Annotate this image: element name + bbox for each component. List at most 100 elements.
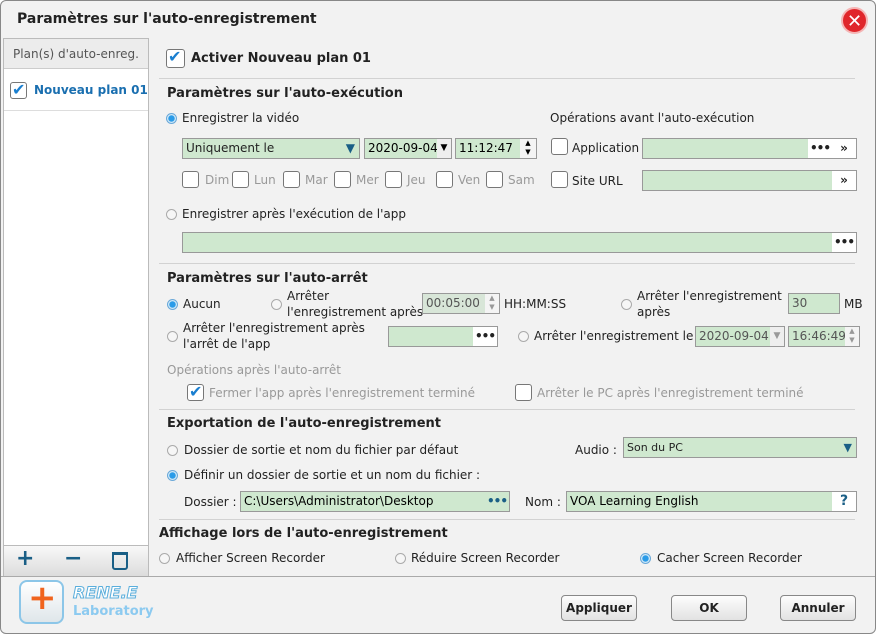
plan-list-item[interactable]: Nouveau plan 01	[4, 71, 148, 111]
schedule-mode-select[interactable]: Uniquement le ▼	[182, 138, 360, 159]
sidebar-toolbar: + −	[4, 545, 148, 576]
record-after-app-label: Enregistrer après l'exécution de l'app	[182, 207, 406, 221]
chevron-down-icon: ▼	[770, 327, 784, 346]
ok-button[interactable]: OK	[671, 595, 747, 621]
divider	[159, 409, 855, 410]
stop-after-duration-label-2: l'enregistrement après	[287, 305, 424, 319]
site-url-label: Site URL	[572, 174, 623, 188]
stop-after-size-label-2: après	[637, 305, 671, 319]
divider	[1, 576, 875, 577]
day-checkbox[interactable]	[486, 171, 503, 188]
audio-select[interactable]: Son du PC ▼	[623, 437, 857, 458]
stop-date-value: 2020-09-04	[699, 329, 769, 343]
stop-none-radio[interactable]	[167, 299, 178, 310]
stop-time-spinner[interactable]: 16:46:49 ▲ ▼	[788, 326, 860, 347]
cancel-button[interactable]: Annuler	[780, 595, 856, 621]
display-minimize-label: Réduire Screen Recorder	[411, 551, 560, 565]
help-icon[interactable]: ?	[832, 492, 856, 511]
close-button[interactable]: ✕	[841, 7, 868, 34]
remove-plan-button[interactable]: −	[64, 546, 82, 571]
day-label: Jeu	[407, 173, 426, 187]
day-checkbox[interactable]	[232, 171, 249, 188]
add-plan-button[interactable]: +	[16, 546, 34, 571]
stop-date-picker[interactable]: 2020-09-04 ▼	[695, 326, 785, 347]
browse-button[interactable]: •••	[473, 327, 497, 346]
browse-button[interactable]: •••	[832, 233, 856, 252]
application-checkbox[interactable]	[551, 138, 568, 155]
application-label: Application	[572, 141, 640, 155]
chevron-down-icon: ▼	[843, 441, 852, 454]
day-label: Lun	[254, 173, 276, 187]
logo-brand: RENE.E	[73, 583, 139, 603]
plan-checkbox[interactable]	[10, 80, 27, 99]
delete-plan-icon[interactable]	[112, 552, 128, 570]
close-app-checkbox[interactable]	[187, 382, 204, 401]
start-date-picker[interactable]: 2020-09-04 ▼	[364, 138, 452, 159]
display-hide-label: Cacher Screen Recorder	[657, 551, 802, 565]
shutdown-pc-checkbox[interactable]	[515, 384, 532, 401]
spinner-arrows-icon[interactable]: ▲ ▼	[845, 327, 859, 346]
start-date-value: 2020-09-04	[368, 141, 438, 155]
shutdown-pc-label: Arrêter le PC après l'enregistrement ter…	[537, 386, 804, 400]
dialog-window: Paramètres sur l'auto-enregistrement ✕ P…	[0, 0, 876, 634]
stop-after-size-label: Arrêter l'enregistrement	[637, 289, 782, 303]
duration-spinner[interactable]: 00:05:00 ▲ ▼	[422, 293, 500, 314]
start-time-spinner[interactable]: 11:12:47 ▲ ▼	[455, 138, 537, 159]
day-checkbox[interactable]	[182, 171, 199, 188]
close-app-label: Fermer l'app après l'enregistrement term…	[209, 386, 475, 400]
stop-after-size-radio[interactable]	[621, 299, 632, 310]
chevron-double-right-icon[interactable]: »	[832, 139, 856, 158]
day-checkbox[interactable]	[283, 171, 300, 188]
chevron-down-icon: ▼	[345, 141, 355, 155]
day-checkbox[interactable]	[436, 171, 453, 188]
day-checkbox[interactable]	[334, 171, 351, 188]
size-unit: MB	[844, 297, 863, 311]
audio-value: Son du PC	[627, 441, 683, 454]
browse-button[interactable]: •••	[485, 492, 509, 511]
display-minimize-radio[interactable]	[395, 553, 406, 564]
browse-button[interactable]: •••	[808, 139, 832, 158]
app-path-field[interactable]: •••	[182, 232, 857, 253]
record-video-radio[interactable]	[166, 113, 177, 124]
site-url-field[interactable]: »	[642, 170, 857, 191]
record-video-label: Enregistrer la vidéo	[182, 111, 300, 125]
enable-plan-checkbox[interactable]	[166, 47, 185, 68]
spinner-arrows-icon[interactable]: ▲ ▼	[485, 294, 499, 313]
post-ops-title: Opérations après l'auto-arrêt	[167, 363, 341, 377]
day-label: Dim	[205, 173, 230, 187]
folder-value: C:\Users\Administrator\Desktop	[244, 494, 434, 508]
display-show-label: Afficher Screen Recorder	[176, 551, 325, 565]
spinner-arrows-icon[interactable]: ▲ ▼	[520, 139, 536, 158]
display-show-radio[interactable]	[159, 553, 170, 564]
rene-logo: +	[19, 578, 64, 624]
duration-value: 00:05:00	[426, 296, 480, 310]
day-label: Mer	[356, 173, 379, 187]
day-checkbox[interactable]	[385, 171, 402, 188]
day-label: Sam	[508, 173, 535, 187]
plus-cross-icon: +	[28, 578, 57, 618]
chevron-double-right-icon[interactable]: »	[832, 171, 856, 190]
folder-label: Dossier :	[184, 495, 237, 509]
folder-field[interactable]: C:\Users\Administrator\Desktop •••	[240, 491, 510, 512]
start-time-value: 11:12:47	[459, 141, 513, 155]
stop-at-time-radio[interactable]	[518, 331, 529, 342]
stop-app-field[interactable]: •••	[388, 326, 498, 347]
application-field[interactable]: •••»	[642, 138, 857, 159]
stop-after-app-label-2: l'arrêt de l'app	[183, 337, 271, 351]
duration-unit: HH:MM:SS	[504, 297, 567, 311]
filename-field[interactable]: VOA Learning English?	[566, 491, 857, 512]
custom-output-radio[interactable]	[167, 470, 178, 481]
name-label: Nom :	[525, 495, 561, 509]
stop-none-label: Aucun	[183, 297, 221, 311]
divider	[159, 78, 855, 79]
record-after-app-radio[interactable]	[166, 209, 177, 220]
size-field[interactable]: 30	[788, 293, 840, 314]
stop-after-app-radio[interactable]	[167, 331, 178, 342]
enable-plan-label: Activer Nouveau plan 01	[191, 51, 371, 66]
default-output-radio[interactable]	[167, 445, 178, 456]
stop-after-duration-radio[interactable]	[271, 299, 282, 310]
site-url-checkbox[interactable]	[551, 171, 568, 188]
display-hide-radio[interactable]	[640, 553, 651, 564]
apply-button[interactable]: Appliquer	[561, 595, 637, 621]
plan-sidebar: Plan(s) d'auto-enreg. Nouveau plan 01 + …	[3, 38, 149, 576]
